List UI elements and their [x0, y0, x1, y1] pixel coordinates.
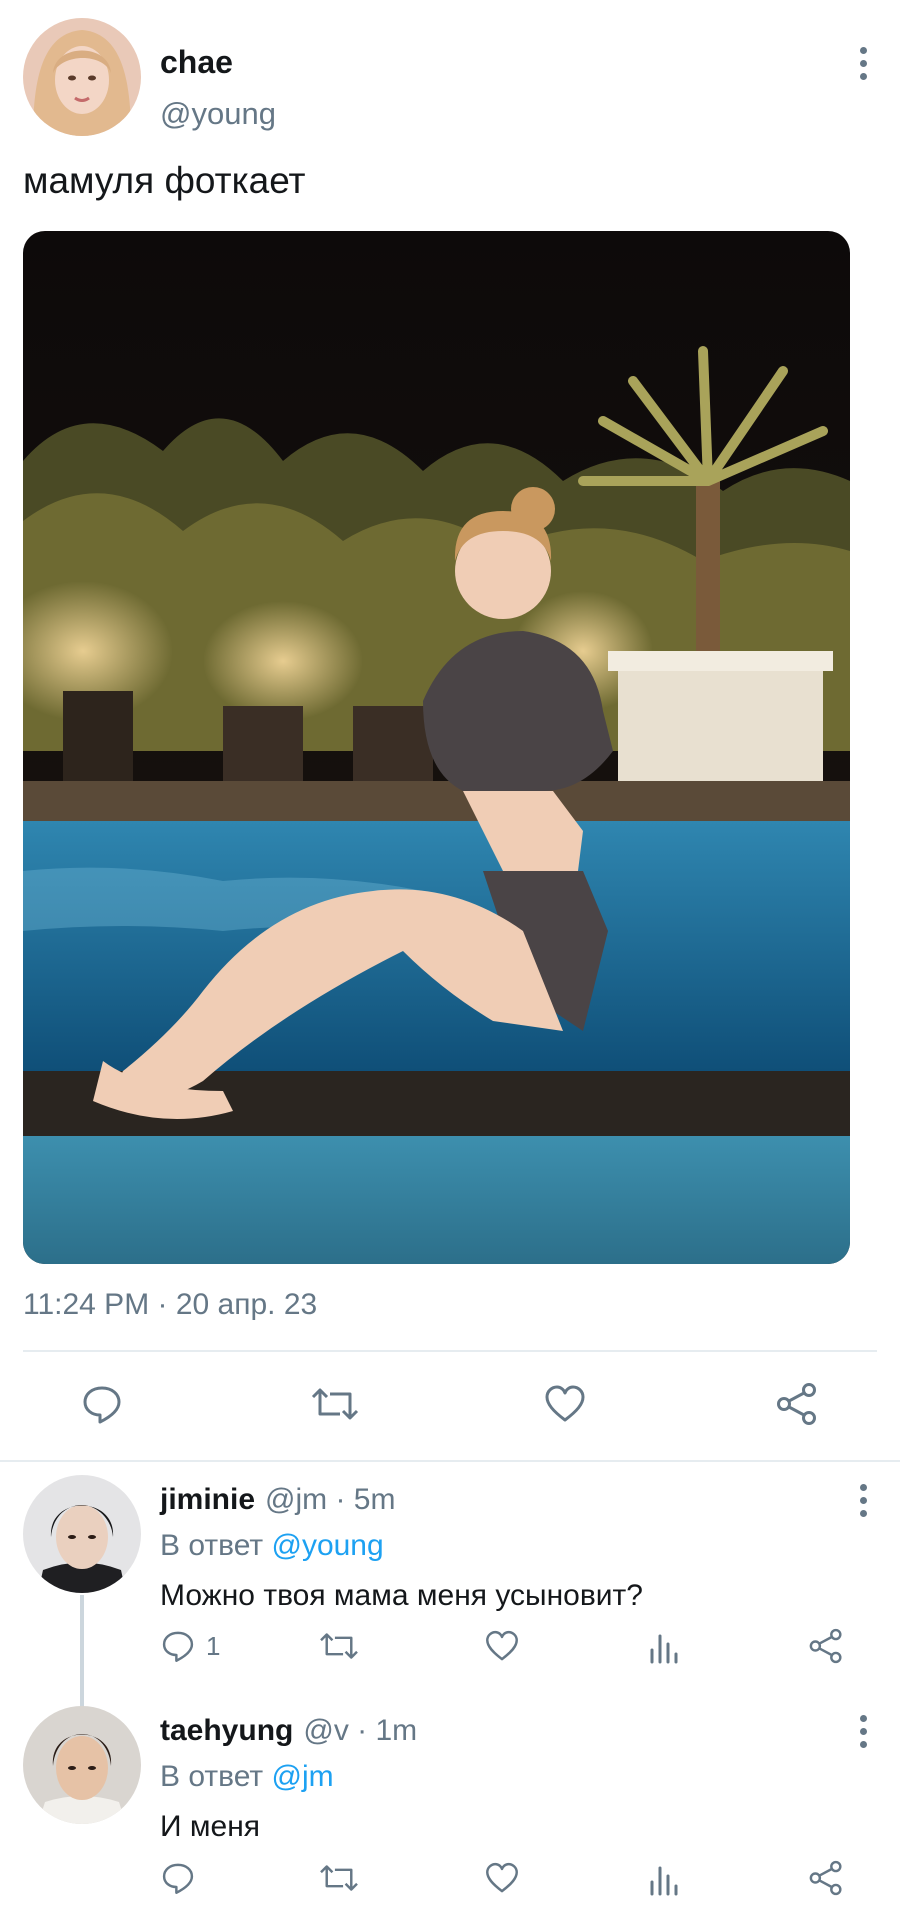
divider: [23, 1350, 877, 1352]
avatar-image: [23, 1475, 141, 1593]
reply-button[interactable]: [160, 1860, 206, 1896]
retweet-button[interactable]: [318, 1860, 360, 1896]
more-dot-icon: [859, 1509, 867, 1517]
avatar[interactable]: [23, 18, 141, 136]
more-options-button[interactable]: [843, 1706, 883, 1756]
photo-image: [23, 231, 850, 1264]
reply-context: В ответ @young: [160, 1529, 384, 1563]
reply-actions: 1: [0, 1628, 900, 1672]
share-icon: [809, 1860, 842, 1896]
reply-prefix: В ответ: [160, 1760, 264, 1793]
tweet-photo[interactable]: [23, 231, 850, 1264]
reply-context: В ответ @jm: [160, 1760, 334, 1794]
share-icon: [809, 1628, 842, 1664]
handle-time: @v · 1m: [303, 1714, 418, 1747]
retweet-icon: [320, 1633, 358, 1659]
retweet-button[interactable]: [318, 1628, 360, 1664]
user-handle[interactable]: @young: [160, 96, 276, 132]
more-dot-icon: [859, 1727, 867, 1735]
heart-icon: [545, 1385, 585, 1422]
retweet-icon: [311, 1388, 359, 1420]
avatar[interactable]: [23, 1706, 141, 1824]
analytics-button[interactable]: [648, 1628, 680, 1664]
share-button[interactable]: [775, 1382, 819, 1426]
analytics-icon: [650, 1866, 678, 1896]
display-name[interactable]: jiminie: [160, 1483, 255, 1517]
heart-icon: [486, 1862, 518, 1893]
reply-header: taehyung @v · 1m: [160, 1714, 417, 1748]
reply-icon: [162, 1863, 194, 1894]
like-button[interactable]: [484, 1628, 520, 1664]
tweet-timestamp: 11:24 PM · 20 апр. 23: [23, 1288, 318, 1321]
reply-header: jiminie @jm · 5m: [160, 1483, 395, 1517]
reply-mention[interactable]: @jm: [271, 1760, 333, 1793]
display-name[interactable]: taehyung: [160, 1714, 293, 1748]
more-dot-icon: [859, 1740, 867, 1748]
reply-icon: [83, 1386, 121, 1424]
reply-button[interactable]: 1: [160, 1628, 220, 1664]
tweet-header: chae @young: [23, 18, 883, 138]
avatar-image: [23, 18, 141, 136]
reply-text: Можно твоя мама меня усыновит?: [160, 1579, 643, 1612]
reply-text: И меня: [160, 1810, 261, 1843]
reply-actions: [0, 1860, 900, 1904]
tweet-text: мамуля фоткает: [23, 160, 306, 201]
share-button[interactable]: [808, 1860, 844, 1896]
reply-prefix: В ответ: [160, 1529, 264, 1562]
reply-button[interactable]: [80, 1382, 124, 1426]
heart-icon: [486, 1630, 518, 1661]
divider: [0, 1460, 900, 1462]
display-name[interactable]: chae: [160, 44, 233, 81]
share-button[interactable]: [808, 1628, 844, 1664]
retweet-icon: [320, 1865, 358, 1891]
handle-time: @jm · 5m: [265, 1483, 396, 1516]
more-dot-icon: [859, 1496, 867, 1504]
retweet-button[interactable]: [310, 1382, 360, 1426]
more-dot-icon: [859, 46, 867, 54]
more-dot-icon: [859, 72, 867, 80]
avatar-image: [23, 1706, 141, 1824]
like-button[interactable]: [484, 1860, 520, 1896]
tweet-actions: [0, 1382, 900, 1432]
more-dot-icon: [859, 59, 867, 67]
share-icon: [777, 1383, 816, 1425]
reply-mention[interactable]: @young: [271, 1529, 383, 1562]
like-button[interactable]: [543, 1382, 587, 1426]
more-options-button[interactable]: [843, 38, 883, 88]
reply-icon: [162, 1631, 194, 1662]
more-dot-icon: [859, 1714, 867, 1722]
analytics-icon: [650, 1634, 678, 1664]
more-options-button[interactable]: [843, 1475, 883, 1525]
analytics-button[interactable]: [648, 1860, 680, 1896]
reply-count: 1: [206, 1630, 221, 1661]
more-dot-icon: [859, 1483, 867, 1491]
avatar[interactable]: [23, 1475, 141, 1593]
